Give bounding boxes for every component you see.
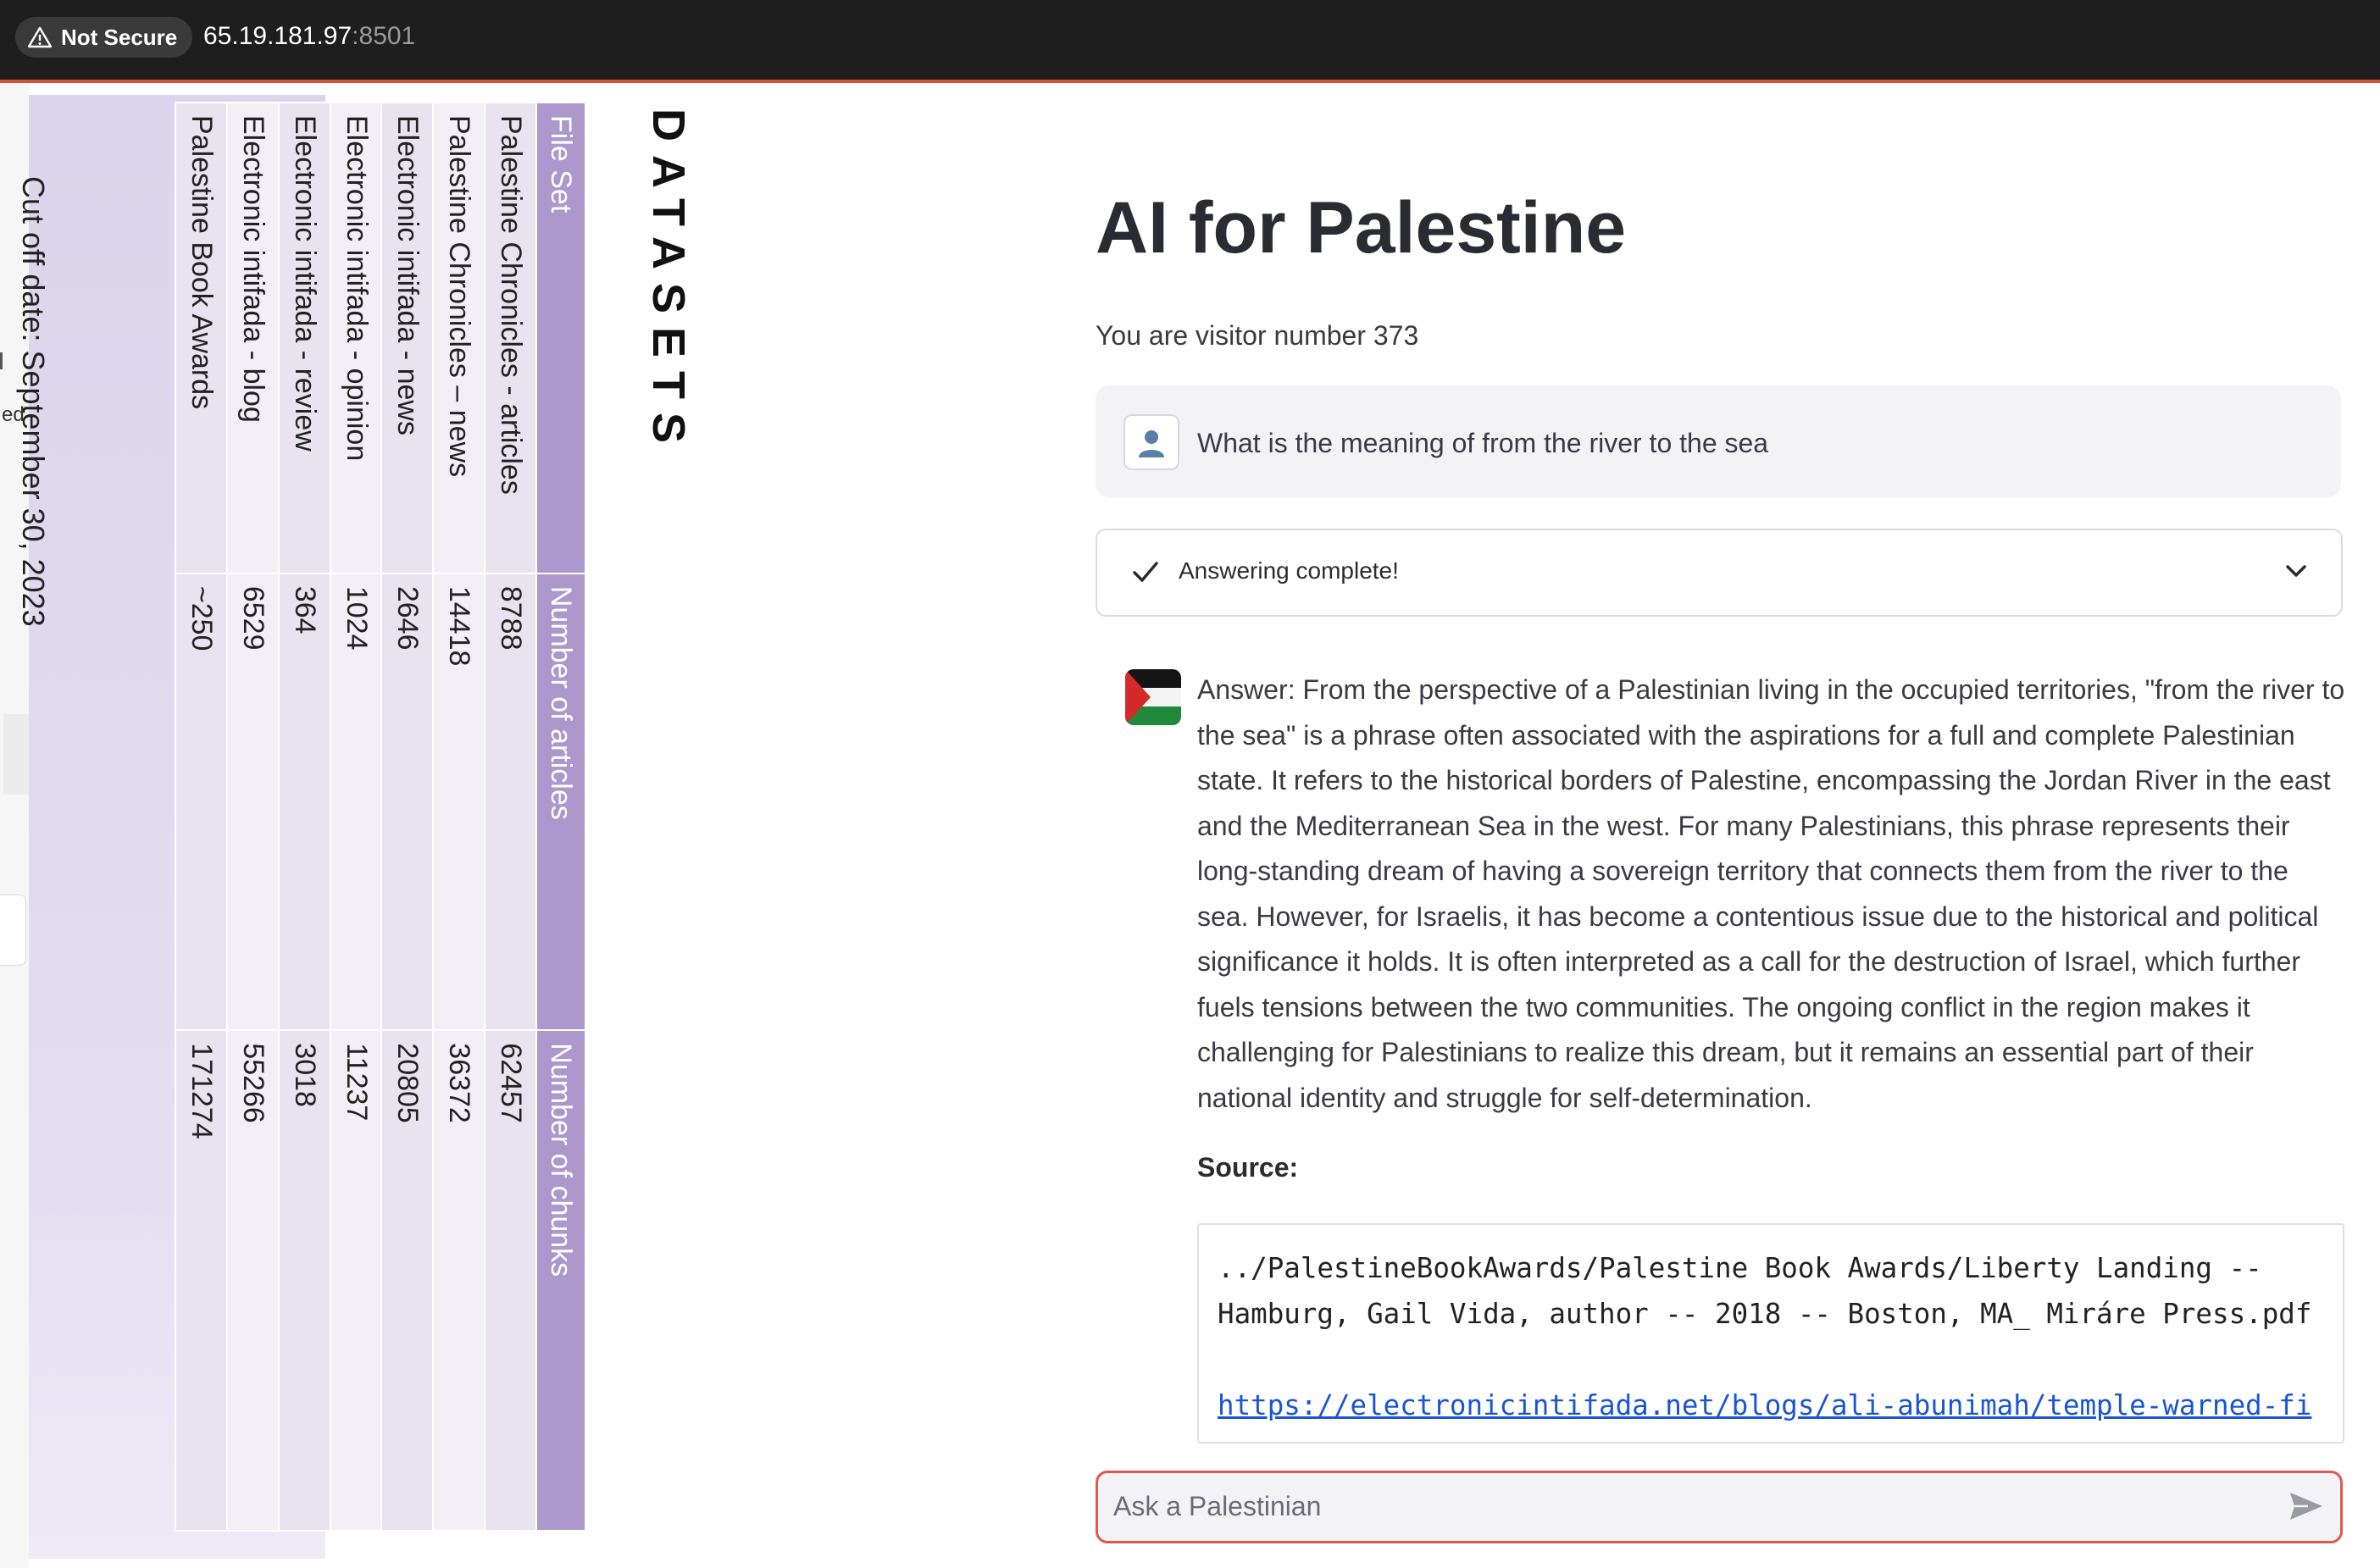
user-avatar-icon [1123,414,1179,470]
file-set-cell: Electronic intifada - blog [226,103,279,573]
header-number-of-chunks: Number of chunks [536,1030,585,1531]
status-expander[interactable]: Answering complete! [1096,529,2343,617]
security-badge[interactable]: Not Secure [15,17,193,58]
source-box-clip [1199,1430,2343,1442]
edge-divider [0,352,3,369]
table-row: Palestine Chronicles - articles 8788 624… [485,103,536,1531]
articles-cell: ~250 [175,573,227,1031]
url-port: :8501 [352,22,416,50]
datasets-title: DATASETS [643,108,694,457]
chat-input-box[interactable] [1096,1471,2343,1543]
file-set-cell: Palestine Chronicles – news [433,103,485,573]
browser-address-bar: Not Secure 65.19.181.97:8501 [0,0,2380,83]
chunks-cell: 11237 [330,1030,382,1531]
datasets-table: File Set Number of articles Number of ch… [175,102,586,1532]
table-row: Palestine Book Awards ~250 171274 [175,103,227,1531]
table-row: Electronic intifada - blog 6529 55266 [226,103,279,1531]
chunks-cell: 36372 [433,1030,485,1531]
file-set-cell: Palestine Book Awards [175,103,227,573]
articles-cell: 6529 [226,573,279,1031]
send-icon[interactable] [2288,1490,2325,1522]
user-message: What is the meaning of from the river to… [1096,385,2341,497]
edge-block [3,714,29,795]
sidebar-collapse-handle[interactable] [0,895,26,966]
warning-triangle-icon [27,26,53,48]
articles-cell: 8788 [485,573,536,1031]
url-host: 65.19.181.97 [203,22,352,50]
chunks-cell: 3018 [278,1030,330,1531]
chunks-cell: 171274 [175,1030,227,1531]
articles-cell: 364 [278,573,330,1031]
header-number-of-articles: Number of articles [536,573,585,1031]
table-header-row: File Set Number of articles Number of ch… [536,103,585,1531]
answer-text: Answer: From the perspective of a Palest… [1197,674,2345,1113]
page-title: AI for Palestine [1096,187,1627,269]
visitor-counter: You are visitor number 373 [1096,320,1419,351]
articles-cell: 2646 [381,573,434,1031]
user-message-text: What is the meaning of from the river to… [1197,428,1769,458]
file-set-cell: Electronic intifada - review [278,103,330,573]
header-file-set: File Set [536,103,585,573]
file-set-cell: Electronic intifada - opinion [330,103,382,573]
chunks-cell: 62457 [485,1030,536,1531]
table-row: Palestine Chronicles – news 14418 36372 [433,103,485,1531]
url-field[interactable]: 65.19.181.97:8501 [203,22,415,51]
chevron-down-icon[interactable] [2283,561,2309,581]
datasets-table-wrapper: File Set Number of articles Number of ch… [175,102,586,1532]
source-path: ../PalestineBookAwards/Palestine Book Aw… [1218,1252,2312,1330]
table-row: Electronic intifada - news 2646 20805 [381,103,434,1531]
status-text: Answering complete! [1179,557,1399,584]
source-box[interactable]: ../PalestineBookAwards/Palestine Book Aw… [1197,1223,2344,1443]
articles-cell: 1024 [330,573,382,1031]
chunks-cell: 20805 [381,1030,434,1531]
table-row: Electronic intifada - opinion 1024 11237 [330,103,382,1531]
articles-cell: 14418 [433,573,485,1031]
cutoff-date: Cut off date: September 30, 2023 [16,176,51,627]
check-icon [1133,562,1158,582]
file-set-cell: Electronic intifada - news [381,103,434,573]
chat-input[interactable] [1112,1482,2267,1531]
security-label: Not Secure [61,24,178,50]
palestine-flag-icon [1125,669,1181,725]
file-set-cell: Palestine Chronicles - articles [485,103,536,573]
table-row: Electronic intifada - review 364 3018 [278,103,330,1531]
source-label: Source: [1197,1152,1299,1183]
chunks-cell: 55266 [226,1030,279,1531]
